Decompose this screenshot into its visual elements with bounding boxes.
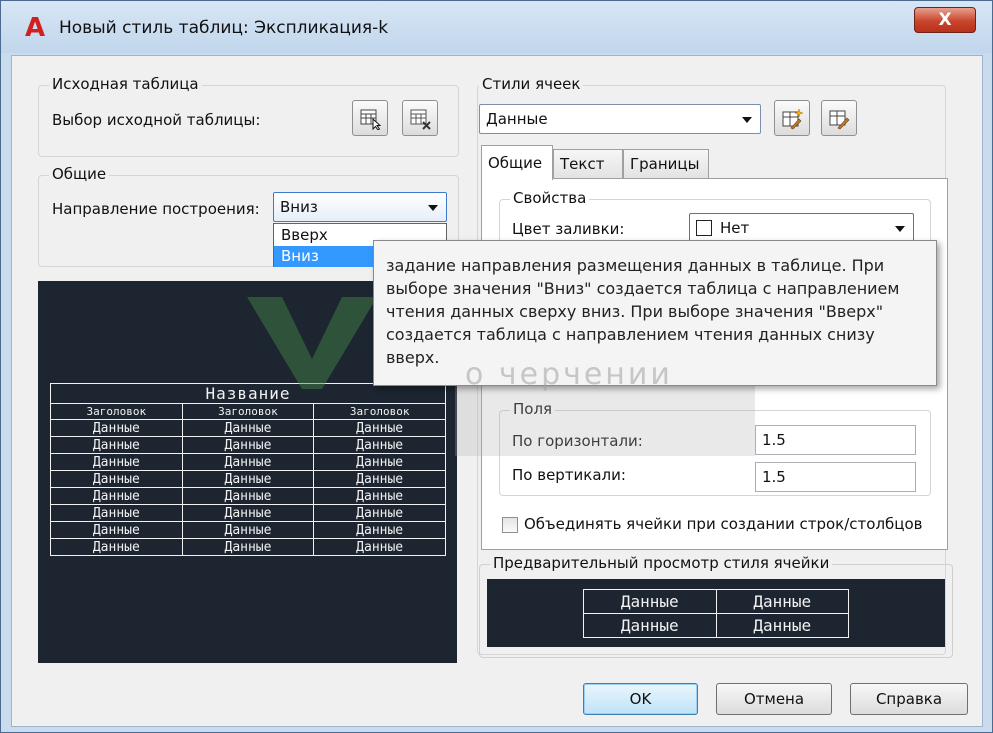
cell-preview-cell: Данные [715,589,849,614]
cell-preview-cell: Данные [715,613,849,638]
color-swatch [696,220,712,236]
chevron-down-icon [895,226,905,232]
table-preview-cell: Данные [181,538,315,556]
create-cell-style-button[interactable] [774,100,810,136]
table-preview-cell: Данные [181,470,315,488]
general-group-label: Общие [49,165,110,183]
table-preview-row: Данные Данные Данные [50,419,446,437]
table-preview-cell: Данные [313,538,446,556]
autocad-icon: A [25,13,46,43]
cell-preview-grid: Данные Данные Данные Данные [583,589,849,638]
close-button[interactable]: X [914,7,976,33]
select-table-button[interactable] [352,100,388,136]
table-preview-header: Заголовок [181,403,315,420]
remove-table-button[interactable] [402,100,438,136]
cell-preview-cell: Данные [583,589,717,614]
table-preview-cell: Данные [181,453,315,471]
tooltip-text: задание направления размещения данных в … [386,256,900,367]
table-preview-cell: Данные [181,521,315,539]
table-preview-row: Данные Данные Данные [50,436,446,454]
properties-group-label: Свойства [510,189,590,207]
table-preview-cell: Данные [50,419,183,437]
select-table-icon [360,109,382,130]
fill-color-label: Цвет заливки: [512,220,625,238]
chevron-down-icon [742,117,752,123]
close-icon: X [938,10,952,30]
direction-label: Направление построения: [52,200,260,218]
table-preview-cell: Данные [313,470,446,488]
cell-styles-group-label: Стили ячеек [479,75,584,93]
table-preview-cell: Данные [313,419,446,437]
window-title: Новый стиль таблиц: Экспликация-k [59,18,389,38]
table-preview-cell: Данные [181,436,315,454]
select-source-table-label: Выбор исходной таблицы: [52,111,261,129]
horizontal-margin-input[interactable]: 1.5 [755,425,916,455]
table-preview-header: Заголовок [313,403,446,420]
merge-cells-label[interactable]: Объединять ячейки при создании строк/сто… [524,515,923,533]
table-preview-cell: Данные [181,504,315,522]
table-preview-cell: Данные [313,453,446,471]
cell-style-preview: Данные Данные Данные Данные [487,579,945,647]
table-preview-row: Данные Данные Данные [50,521,446,539]
direction-select[interactable]: Вниз [273,192,447,222]
table-preview-cell: Данные [50,487,183,505]
vertical-margin-label: По вертикали: [512,466,626,484]
fill-color-value: Нет [720,219,750,237]
table-preview-cell: Данные [181,487,315,505]
table-preview-cell: Данные [313,504,446,522]
direction-select-value: Вниз [280,198,318,216]
table-preview-row: Данные Данные Данные [50,538,446,556]
merge-cells-checkbox[interactable] [502,517,518,533]
source-table-group-label: Исходная таблица [49,75,202,93]
fill-color-select[interactable]: Нет [689,213,914,243]
table-preview-grid: Название Заголовок Заголовок Заголовок Дан… [50,383,446,556]
cell-preview-group-label: Предварительный просмотр стиля ячейки [490,554,833,572]
manage-cell-styles-icon [829,110,850,130]
title-bar[interactable]: A Новый стиль таблиц: Экспликация-k X [1,1,992,53]
table-preview-cell: Данные [313,521,446,539]
watermark-logo-icon [247,297,377,389]
table-preview-cell: Данные [50,504,183,522]
tab-text[interactable]: Текст [553,149,623,179]
remove-table-icon [410,109,431,130]
ok-button[interactable]: OK [583,683,698,715]
manage-cell-styles-button[interactable] [821,100,857,136]
table-preview-cell: Данные [50,453,183,471]
cell-style-select[interactable]: Данные [479,104,761,134]
table-preview-row: Данные Данные Данные [50,470,446,488]
create-cell-style-icon [782,108,804,130]
table-preview-header: Заголовок [50,403,183,420]
vertical-margin-input[interactable]: 1.5 [755,462,916,492]
table-preview-cell: Данные [181,419,315,437]
table-preview-cell: Данные [50,521,183,539]
cell-style-select-value: Данные [486,110,548,128]
table-preview-row: Данные Данные Данные [50,487,446,505]
watermark-text: о черчении [465,357,673,392]
dialog-window: A Новый стиль таблиц: Экспликация-k X Ис… [0,0,993,733]
cancel-button[interactable]: Отмена [716,683,832,715]
chevron-down-icon [428,205,438,211]
table-preview-row: Данные Данные Данные [50,453,446,471]
tab-borders[interactable]: Границы [623,149,709,179]
help-button[interactable]: Справка [850,683,968,715]
tab-general[interactable]: Общие [481,145,553,180]
table-preview-cell: Данные [50,470,183,488]
table-preview-cell: Данные [50,538,183,556]
table-preview-row: Данные Данные Данные [50,504,446,522]
table-preview-cell: Данные [313,436,446,454]
table-preview-cell: Данные [313,487,446,505]
table-preview-cell: Данные [50,436,183,454]
cell-preview-cell: Данные [583,613,717,638]
